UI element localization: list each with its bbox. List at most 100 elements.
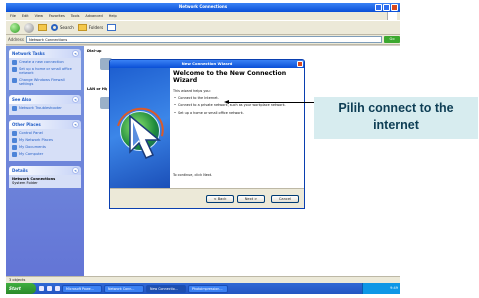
window-title: Network Connections	[178, 4, 228, 9]
menu-edit[interactable]: Edit	[22, 14, 29, 18]
wizard-titlebar[interactable]: New Connection Wizard	[110, 60, 304, 68]
details-body: Network Connections System Folder	[9, 175, 81, 188]
folders-button[interactable]: Folders	[77, 24, 103, 31]
place-label: My Computer	[19, 152, 44, 157]
next-button[interactable]: Next >	[237, 195, 265, 203]
back-button[interactable]	[10, 22, 20, 33]
system-tray-clock[interactable]: 9:49	[362, 283, 400, 294]
task-label: Change Windows Firewall settings	[19, 77, 65, 86]
status-bar: 3 objects	[6, 276, 400, 283]
close-button[interactable]	[391, 4, 398, 11]
task-create-connection[interactable]: Create a new connection	[12, 60, 78, 65]
collapse-icon[interactable]: «	[72, 167, 79, 175]
menu-bar: File Edit View Favorites Tools Advanced …	[6, 12, 400, 20]
computer-icon	[12, 152, 17, 158]
menu-favorites[interactable]: Favorites	[49, 14, 65, 18]
help-icon	[12, 106, 17, 112]
details-header[interactable]: Details «	[9, 166, 81, 176]
mouse-pointer-icon	[129, 114, 162, 159]
taskbar-item-photoimpression[interactable]: Photoimpression...	[188, 284, 228, 293]
task-label: Network Troubleshooter	[19, 106, 62, 111]
quicklaunch-media-icon[interactable]	[55, 286, 60, 291]
collapse-icon[interactable]: «	[72, 121, 79, 129]
details-panel: Details « Network Connections System Fol…	[9, 166, 81, 188]
task-label: Set up a home or small office network	[19, 67, 72, 76]
collapse-icon[interactable]: «	[72, 96, 79, 104]
views-button[interactable]	[107, 24, 117, 31]
place-label: Control Panel	[19, 131, 43, 136]
taskbar: Start Microsoft Powe... Network Conn... …	[6, 283, 400, 294]
other-places-panel: Other Places « Control Panel My Network …	[9, 120, 81, 162]
forward-button[interactable]	[24, 22, 34, 33]
place-my-computer[interactable]: My Computer	[12, 152, 78, 158]
taskbar-item-powerpoint[interactable]: Microsoft Powe...	[62, 284, 102, 293]
menu-advanced[interactable]: Advanced	[85, 14, 102, 18]
network-tasks-panel: Network Tasks « Create a new connection …	[9, 49, 81, 91]
address-bar: Address Network Connections Go	[6, 35, 400, 45]
window-controls	[375, 4, 398, 11]
details-type: System Folder	[12, 181, 38, 186]
task-firewall[interactable]: Change Windows Firewall settings	[12, 77, 78, 87]
search-button[interactable]: Search	[51, 24, 74, 31]
new-connection-icon	[12, 60, 17, 65]
bullet-internet: Connect to the Internet.	[173, 96, 303, 100]
wizard-intro: This wizard helps you:	[173, 89, 211, 93]
arrow-head-icon	[224, 100, 229, 104]
maximize-button[interactable]	[383, 4, 390, 11]
menu-file[interactable]: File	[10, 14, 16, 18]
details-title: Details	[12, 168, 28, 174]
collapse-icon[interactable]: «	[72, 50, 79, 57]
cancel-button[interactable]: Cancel	[271, 195, 299, 203]
place-label: My Network Places	[19, 138, 53, 143]
wizard-continue-text: To continue, click Next.	[173, 173, 213, 177]
place-network-places[interactable]: My Network Places	[12, 138, 78, 144]
network-tasks-title: Network Tasks	[12, 51, 45, 56]
bullet-private-network: Connect to a private network, such as yo…	[173, 103, 303, 107]
start-button[interactable]: Start	[6, 283, 36, 294]
control-panel-icon	[12, 131, 17, 137]
back-arrow-icon	[10, 22, 20, 33]
screenshot-frame: Network Connections File Edit View Favor…	[6, 3, 400, 294]
menu-help[interactable]: Help	[109, 14, 117, 18]
group-dialup: Dial-up	[87, 49, 102, 53]
place-label: My Documents	[19, 145, 46, 150]
wizard-content: Welcome to the New Connection Wizard Thi…	[173, 70, 303, 118]
wizard-button-bar: < Back Next > Cancel	[110, 188, 304, 208]
wizard-close-button[interactable]	[297, 61, 303, 67]
other-places-header[interactable]: Other Places «	[9, 120, 81, 130]
network-tasks-header[interactable]: Network Tasks «	[9, 49, 81, 58]
folders-icon	[77, 24, 87, 31]
taskbar-item-network[interactable]: Network Conn...	[104, 284, 144, 293]
wizard-title: New Connection Wizard	[181, 61, 233, 66]
menu-view[interactable]: View	[35, 14, 43, 18]
search-icon	[51, 24, 58, 31]
firewall-icon	[12, 77, 17, 83]
quicklaunch-ie-icon[interactable]	[39, 286, 44, 291]
documents-icon	[12, 145, 17, 151]
place-control-panel[interactable]: Control Panel	[12, 131, 78, 137]
menu-tools[interactable]: Tools	[71, 14, 80, 18]
wizard-heading: Welcome to the New Connection Wizard	[173, 70, 287, 84]
see-also-body: Network Troubleshooter	[9, 104, 81, 116]
instruction-callout: Pilih connect to the internet	[314, 97, 478, 139]
bullet-home-network: Set up a home or small office network.	[173, 111, 303, 115]
back-button-wizard[interactable]: < Back	[206, 195, 234, 203]
up-folder-icon	[38, 24, 47, 31]
views-icon	[107, 24, 117, 31]
task-home-network[interactable]: Set up a home or small office network	[12, 67, 78, 76]
up-button[interactable]	[38, 24, 47, 31]
search-label: Search	[60, 25, 74, 30]
wizard-bullets: Connect to the Internet. Connect to a pr…	[173, 96, 303, 115]
see-also-header[interactable]: See Also «	[9, 95, 81, 105]
quicklaunch-desktop-icon[interactable]	[47, 286, 52, 291]
go-button[interactable]: Go	[384, 36, 400, 43]
taskbar-item-new-connection[interactable]: New Connectio...	[146, 284, 186, 293]
task-troubleshooter[interactable]: Network Troubleshooter	[12, 106, 78, 112]
callout-arrow	[226, 102, 314, 103]
minimize-button[interactable]	[375, 4, 382, 11]
group-lan: LAN or High-Speed Internet	[87, 87, 107, 91]
address-field[interactable]: Network Connections	[25, 36, 383, 43]
place-my-documents[interactable]: My Documents	[12, 145, 78, 151]
window-titlebar[interactable]: Network Connections	[6, 3, 400, 12]
see-also-title: See Also	[12, 97, 32, 103]
